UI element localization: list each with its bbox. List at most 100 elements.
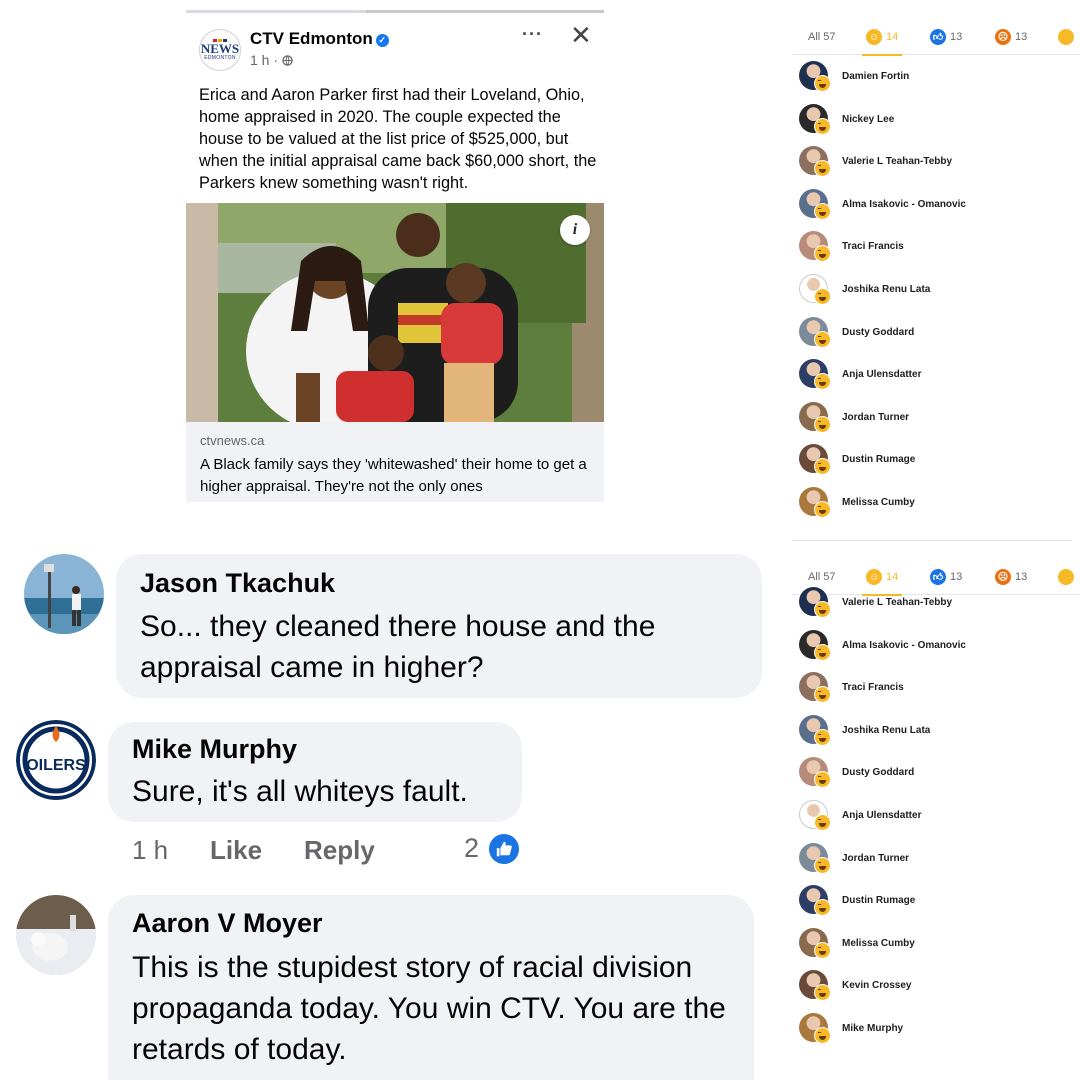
haha-reaction-icon: [814, 984, 831, 1002]
tab-haha-count: 14: [886, 571, 899, 583]
tab-all-label: All 57: [808, 571, 836, 583]
reactor-row[interactable]: Jordan Turner: [792, 842, 1080, 885]
haha-reaction-icon: [814, 856, 831, 874]
haha-reaction-icon: [814, 728, 831, 746]
reactor-row[interactable]: Joshika Renu Lata: [792, 714, 1080, 757]
reactor-row[interactable]: Damien Fortin: [792, 61, 1080, 103]
reactor-row[interactable]: Alma Isakovic - Omanovic: [792, 188, 1080, 231]
reaction-tabs: All 57 ☺ 14 👍︎ 13 ☹ 13: [792, 19, 1080, 56]
tab-angry-count: 13: [1015, 31, 1028, 43]
haha-reaction-icon: [814, 643, 831, 661]
reactor-name[interactable]: Dusty Goddard: [842, 767, 914, 778]
like-count[interactable]: 2: [464, 833, 479, 864]
reactor-row[interactable]: Traci Francis: [792, 672, 1080, 714]
reactor-name[interactable]: Alma Isakovic - Omanovic: [842, 640, 966, 651]
ctv-logo-avatar[interactable]: NEWS EDMONTON: [199, 29, 241, 71]
comment-author[interactable]: Jason Tkachuk: [140, 568, 335, 599]
reactor-row[interactable]: Valerie L Teahan-Tebby: [792, 587, 1080, 629]
link-preview[interactable]: ctvnews.ca A Black family says they 'whi…: [186, 422, 604, 502]
reactor-name[interactable]: Dustin Rumage: [842, 454, 915, 465]
reactor-name[interactable]: Nickey Lee: [842, 114, 894, 125]
sad-emoji-icon: [1058, 569, 1074, 585]
logo-news-text: NEWS: [200, 41, 240, 56]
avatar[interactable]: [16, 895, 96, 975]
avatar[interactable]: [24, 554, 104, 634]
reactor-name[interactable]: Traci Francis: [842, 682, 904, 693]
reactor-row[interactable]: Alma Isakovic - Omanovic: [792, 629, 1080, 672]
reactor-row[interactable]: Melissa Cumby: [792, 927, 1080, 970]
haha-reaction-icon: [814, 245, 831, 263]
reactor-row[interactable]: Traci Francis: [792, 231, 1080, 273]
page-name-text[interactable]: CTV Edmonton: [250, 29, 373, 48]
reactor-name[interactable]: Kevin Crossey: [842, 980, 911, 991]
tab-all-label: All 57: [808, 31, 836, 43]
sad-emoji-icon: [1058, 29, 1074, 45]
haha-reaction-icon: [814, 501, 831, 518]
reactor-name[interactable]: Jordan Turner: [842, 412, 909, 423]
post-timestamp[interactable]: 1 h ·: [250, 52, 293, 68]
reactor-row[interactable]: Mike Murphy: [792, 1013, 1080, 1055]
reactor-row[interactable]: Nickey Lee: [792, 103, 1080, 146]
post-photo[interactable]: [186, 203, 604, 422]
link-title: A Black family says they 'whitewashed' t…: [200, 456, 587, 495]
reactor-name[interactable]: Jordan Turner: [842, 853, 909, 864]
tab-all[interactable]: All 57: [808, 19, 836, 55]
haha-reaction-icon: [814, 771, 831, 789]
comment-time[interactable]: 1 h: [132, 835, 168, 866]
comment-text: So... they cleaned there house and the a…: [140, 610, 656, 684]
reactor-name[interactable]: Valerie L Teahan-Tebby: [842, 597, 952, 608]
reactor-name[interactable]: Melissa Cumby: [842, 938, 915, 949]
reactor-name[interactable]: Valerie L Teahan-Tebby: [842, 156, 952, 167]
oilers-logo-avatar[interactable]: OILERS: [16, 720, 96, 800]
like-button[interactable]: Like: [210, 835, 262, 866]
globe-icon: [282, 55, 293, 66]
reactor-row[interactable]: Dustin Rumage: [792, 885, 1080, 927]
reactor-name[interactable]: Mike Murphy: [842, 1023, 903, 1034]
reactor-name[interactable]: Alma Isakovic - Omanovic: [842, 199, 966, 210]
tab-haha-count: 14: [886, 31, 899, 43]
reactor-name[interactable]: Traci Francis: [842, 241, 904, 252]
top-divider-accent: [366, 10, 604, 13]
comment-author[interactable]: Mike Murphy: [132, 734, 297, 765]
reactor-row[interactable]: Jordan Turner: [792, 401, 1080, 444]
reactor-name[interactable]: Damien Fortin: [842, 71, 909, 82]
reactor-row[interactable]: Joshika Renu Lata: [792, 274, 1080, 316]
haha-reaction-icon: [814, 686, 831, 704]
reactor-name[interactable]: Joshika Renu Lata: [842, 725, 930, 736]
angry-emoji-icon: ☹: [995, 29, 1011, 45]
thumbs-up-glyph: [496, 841, 512, 857]
reactor-row[interactable]: Kevin Crossey: [792, 970, 1080, 1012]
reactor-name[interactable]: Melissa Cumby: [842, 497, 915, 508]
snow-dog-avatar-image: [16, 895, 96, 975]
haha-reaction-icon: [814, 458, 831, 476]
reactor-name[interactable]: Anja Ulensdatter: [842, 810, 921, 821]
reactor-name[interactable]: Dustin Rumage: [842, 895, 915, 906]
reply-button[interactable]: Reply: [304, 835, 375, 866]
tab-angry[interactable]: ☹ 13: [995, 19, 1027, 55]
tab-sad[interactable]: [1058, 19, 1074, 55]
haha-reaction-icon: [814, 75, 831, 92]
reactor-row[interactable]: Dusty Goddard: [792, 316, 1080, 359]
reactions-panel-2: All 57 ☺ 14 👍︎ 13 ☹ 13 Valerie L Teahan-Teb…: [792, 559, 1080, 1080]
reactor-row[interactable]: Dusty Goddard: [792, 757, 1080, 799]
info-button[interactable]: i: [560, 215, 590, 245]
reactor-row[interactable]: Anja Ulensdatter: [792, 359, 1080, 401]
reactor-row[interactable]: Valerie L Teahan-Tebby: [792, 146, 1080, 188]
like-emoji-icon: 👍︎: [930, 569, 946, 585]
comment-author[interactable]: Aaron V Moyer: [132, 908, 323, 939]
reactor-row[interactable]: Dustin Rumage: [792, 444, 1080, 486]
reactor-name[interactable]: Dusty Goddard: [842, 327, 914, 338]
tab-angry-count: 13: [1015, 571, 1028, 583]
more-options-button[interactable]: ···: [522, 24, 543, 45]
reactor-name[interactable]: Joshika Renu Lata: [842, 284, 930, 295]
tab-like[interactable]: 👍︎ 13: [930, 19, 962, 55]
tab-haha[interactable]: ☺ 14: [861, 19, 903, 56]
page-name[interactable]: CTV Edmonton ✓: [250, 29, 389, 49]
thumbs-up-icon[interactable]: [487, 832, 521, 866]
reactor-row[interactable]: Anja Ulensdatter: [792, 800, 1080, 842]
close-button[interactable]: ✕: [570, 20, 592, 51]
reactor-row[interactable]: Melissa Cumby: [792, 487, 1080, 529]
reactor-name[interactable]: Anja Ulensdatter: [842, 369, 921, 380]
tab-like-count: 13: [950, 571, 963, 583]
panel-divider: [792, 540, 1072, 548]
